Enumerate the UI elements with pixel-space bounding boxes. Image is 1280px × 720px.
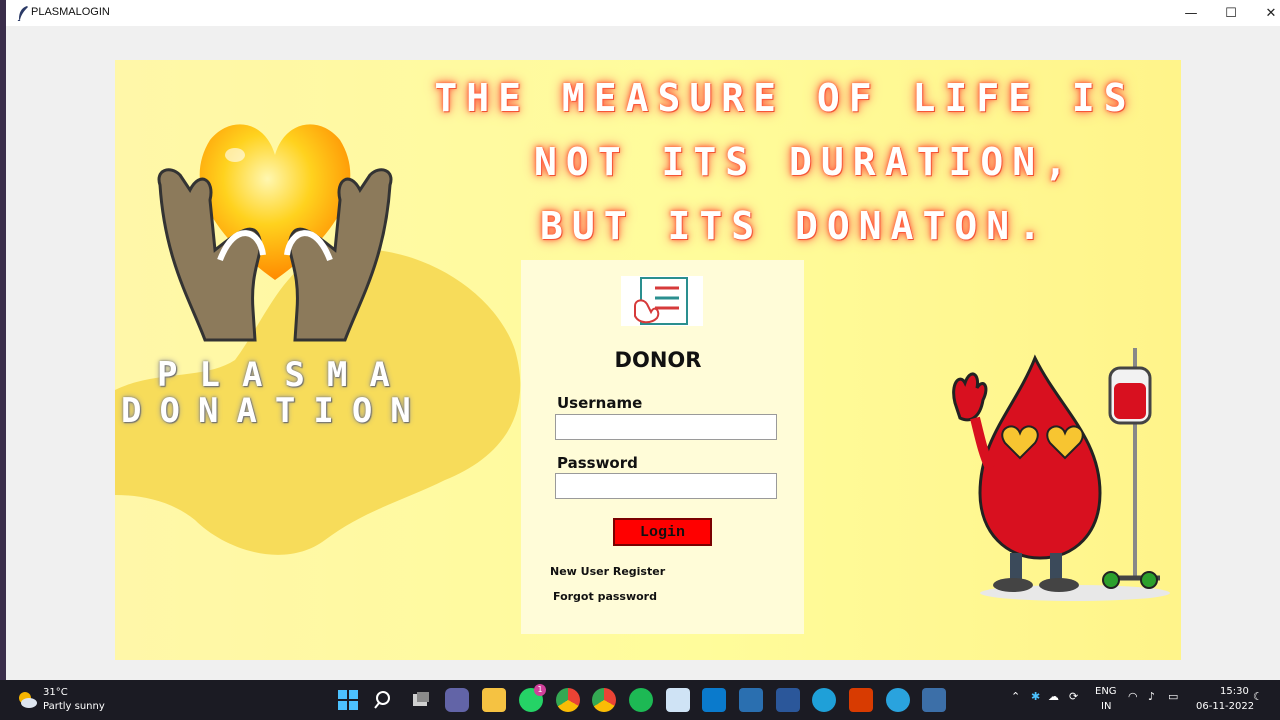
word-icon[interactable] [776,688,800,712]
app-window: PLASMALOGIN — ☐ ✕ THE MEASURE OF LIFE IS… [6,0,1280,680]
hands-heart-logo [157,124,393,342]
notification-icon[interactable]: ☾ [1253,690,1263,703]
chrome-icon[interactable] [556,688,580,712]
start-button[interactable] [336,688,360,712]
close-button[interactable]: ✕ [1248,0,1280,26]
wifi-icon[interactable]: ◠ [1128,690,1138,703]
motivational-quote: THE MEASURE OF LIFE IS NOT ITS DURATION,… [395,66,1175,258]
clock-time[interactable]: 15:30 [1220,686,1249,697]
login-button[interactable]: Login [613,518,712,546]
title-bar: PLASMALOGIN — ☐ ✕ [6,0,1280,26]
teams-chat-icon[interactable] [445,688,469,712]
bluetooth-icon[interactable]: ✱ [1031,690,1040,703]
spotify-icon[interactable] [629,688,653,712]
region-indicator[interactable]: IN [1101,701,1111,712]
login-panel: DONOR Username Password Login New User R… [521,260,804,634]
password-input[interactable] [555,473,777,499]
taskbar: 31°C Partly sunny 1 ⌃ ✱ ☁ ⟳ ENG IN ◠ ♪ ▭… [0,680,1280,720]
volume-icon[interactable]: ♪ [1148,690,1155,703]
clock-date[interactable]: 06-11-2022 [1196,701,1254,712]
form-check-icon [621,276,703,326]
username-label: Username [557,394,643,412]
quote-line-1: THE MEASURE OF LIFE IS [434,76,1136,120]
notepad-icon[interactable] [666,688,690,712]
weather-description: Partly sunny [43,701,105,712]
code-app-icon[interactable] [739,688,763,712]
sync-icon[interactable]: ⟳ [1069,690,1078,703]
windows-icon [338,690,358,710]
python-app-icon[interactable] [922,688,946,712]
quote-line-3: BUT ITS DONATON. [539,204,1051,248]
edge-icon[interactable] [812,688,836,712]
onedrive-icon[interactable]: ☁ [1048,690,1059,703]
register-link[interactable]: New User Register [550,565,665,578]
temperature: 31°C [43,687,68,698]
whatsapp-icon[interactable]: 1 [519,684,546,712]
password-label: Password [557,454,638,472]
chevron-up-icon[interactable]: ⌃ [1011,690,1020,703]
search-icon[interactable] [372,688,396,712]
forgot-password-link[interactable]: Forgot password [553,590,657,603]
quote-line-2: NOT ITS DURATION, [534,140,1076,184]
brand-line-2: DONATION [121,391,429,431]
office-icon[interactable] [849,688,873,712]
file-explorer-icon[interactable] [482,688,506,712]
window-title: PLASMALOGIN [31,6,110,18]
language-indicator[interactable]: ENG [1095,686,1117,697]
vscode-icon[interactable] [702,688,726,712]
brand-line-1: PLASMA [157,355,412,395]
blood-drop-mascot [952,348,1170,601]
weather-sunny-icon [19,692,37,708]
username-input[interactable] [555,414,777,440]
telegram-icon[interactable] [886,688,910,712]
login-canvas: THE MEASURE OF LIFE IS NOT ITS DURATION,… [115,60,1181,660]
task-view-icon[interactable] [409,688,433,712]
feather-icon [17,6,28,21]
chrome-profile-icon[interactable] [592,688,616,712]
donor-title: DONOR [614,348,702,372]
notification-badge: 1 [534,684,546,696]
battery-icon[interactable]: ▭ [1168,690,1178,703]
